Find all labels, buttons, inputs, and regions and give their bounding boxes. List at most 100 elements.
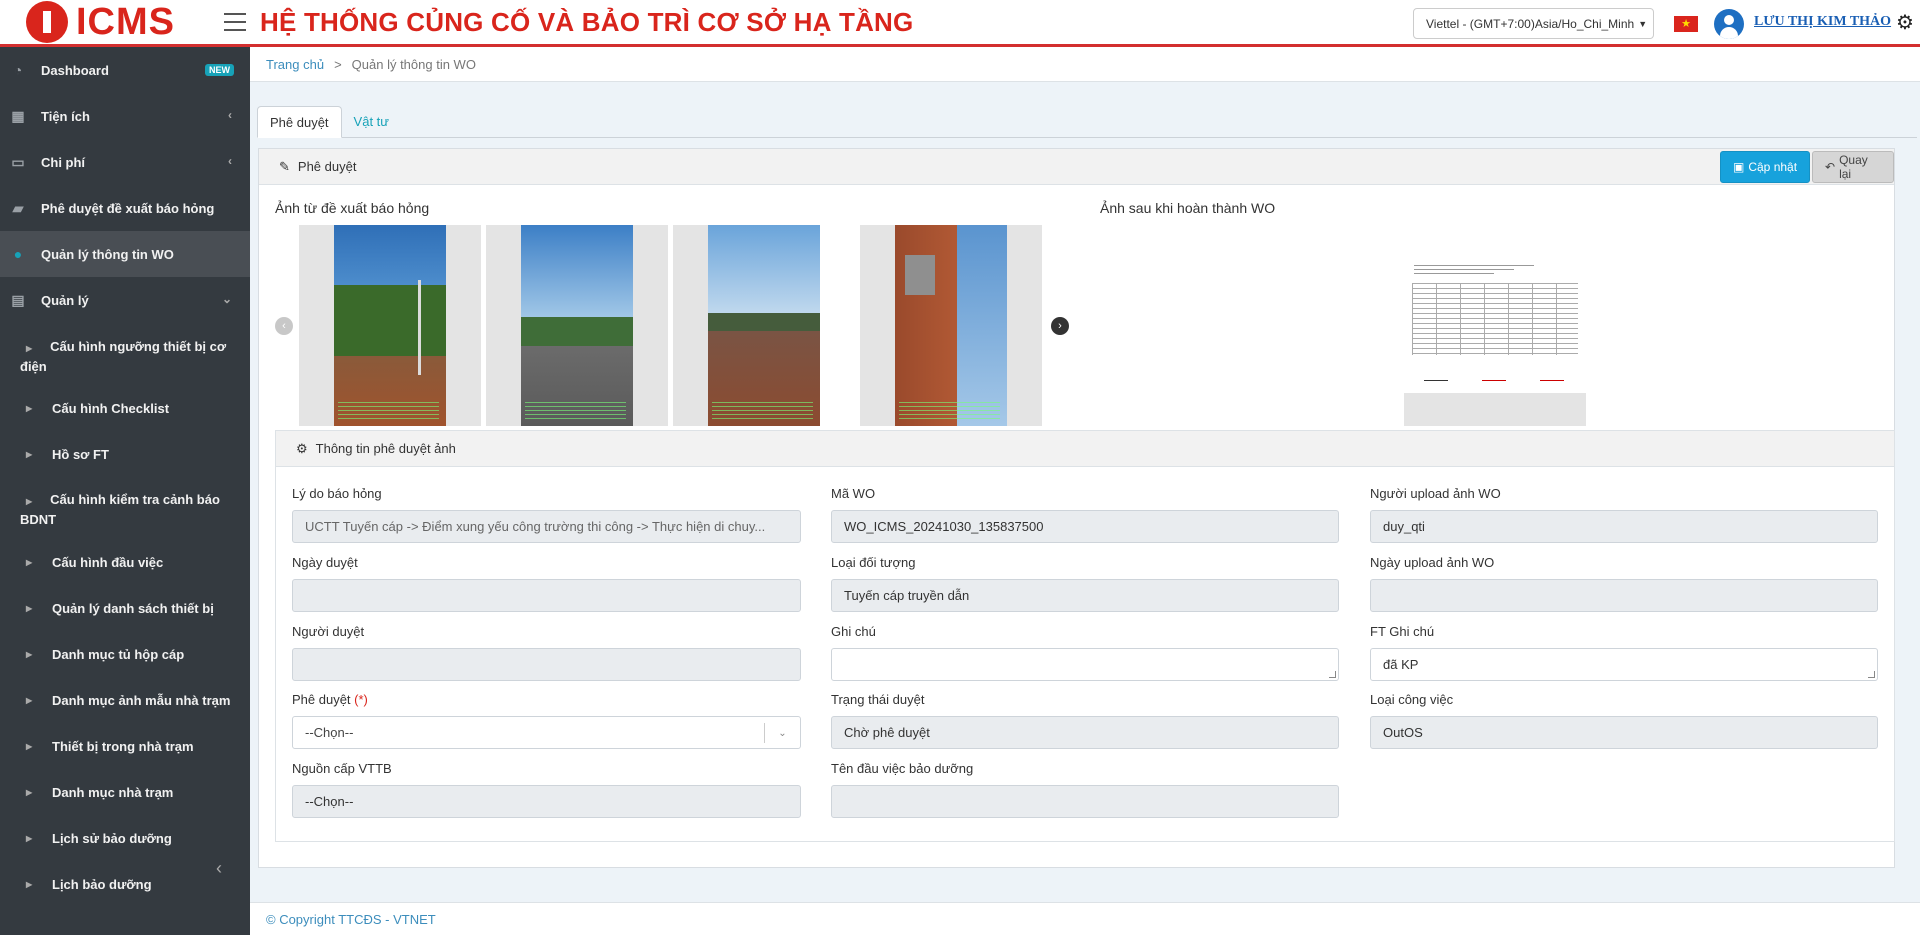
sidebar-item-dashboard[interactable]: ◔ Dashboard NEW bbox=[0, 47, 250, 93]
chevron-left-icon: ‹ bbox=[228, 154, 232, 168]
caret-right-icon: ▶ bbox=[26, 695, 33, 705]
approval-date-label: Ngày duyệt bbox=[292, 555, 358, 570]
save-icon: ▣ bbox=[1733, 160, 1745, 174]
gear-icon[interactable]: ⚙ bbox=[1896, 13, 1914, 33]
sidebar-sub-item[interactable]: ▶ Cấu hình kiểm tra cảnh báo BDNT bbox=[0, 477, 250, 539]
job-type-field[interactable]: OutOS bbox=[1370, 716, 1878, 749]
note-textarea[interactable] bbox=[831, 648, 1339, 681]
vttb-source-field[interactable]: --Chọn-- bbox=[292, 785, 801, 818]
tab-materials[interactable]: Vật tư bbox=[342, 105, 401, 137]
sidebar-sub-item[interactable]: ▶ Danh mục tủ hộp cáp bbox=[0, 631, 250, 677]
object-type-field[interactable]: Tuyến cáp truyền dẫn bbox=[831, 579, 1339, 612]
sidebar-sub-item[interactable]: ▶ Lịch bảo dưỡng bbox=[0, 861, 250, 907]
approval-status-label: Trạng thái duyệt bbox=[831, 692, 925, 707]
sidebar-sub-item[interactable]: ▶ Lịch sử bảo dưỡng bbox=[0, 815, 250, 861]
sidebar-sub-item[interactable]: ▶ Cấu hình Checklist bbox=[0, 385, 250, 431]
sidebar-sub-item[interactable]: ▶ Danh mục nhà trạm bbox=[0, 769, 250, 815]
briefcase-icon: ▰ bbox=[12, 199, 24, 216]
sidebar-sub-item[interactable]: ▶ Quản lý danh sách thiết bị bbox=[0, 585, 250, 631]
photo-approval-panel: ⚙ Thông tin phê duyệt ảnh bbox=[275, 430, 1895, 842]
approver-field[interactable] bbox=[292, 648, 801, 681]
sidebar-item-management[interactable]: ▤ Quản lý ⌄ bbox=[0, 277, 250, 323]
caret-right-icon: ▶ bbox=[26, 449, 33, 459]
vttb-source-label: Nguồn cấp VTTB bbox=[292, 761, 392, 776]
gallery-next-icon[interactable]: › bbox=[1051, 317, 1069, 335]
sidebar-item-wo-info[interactable]: ● Quản lý thông tin WO bbox=[0, 231, 250, 277]
back-button[interactable]: ↶ Quay lại bbox=[1812, 151, 1894, 183]
sidebar-item-label: Dashboard bbox=[41, 62, 109, 78]
after-photos-title: Ảnh sau khi hoàn thành WO bbox=[1100, 200, 1276, 216]
new-badge: NEW bbox=[205, 64, 234, 76]
credit-card-icon: ▭ bbox=[11, 153, 25, 170]
sidebar-sub-item[interactable]: ▶ Cấu hình ngưỡng thiết bị cơ điện bbox=[0, 323, 250, 385]
breadcrumb-current: Quản lý thông tin WO bbox=[351, 56, 476, 72]
caret-right-icon: ▶ bbox=[26, 557, 33, 567]
damage-reason-label: Lý do báo hỏng bbox=[292, 486, 382, 501]
sidebar-sub-item[interactable]: ▶ Cấu hình đầu việc bbox=[0, 539, 250, 585]
wo-upload-date-field[interactable] bbox=[1370, 579, 1878, 612]
sidebar-item-label: Phê duyệt đề xuất báo hỏng bbox=[41, 200, 215, 216]
caret-right-icon: ▶ bbox=[26, 603, 33, 613]
sidebar-item-utilities[interactable]: ▦ Tiện ích ‹ bbox=[0, 93, 250, 139]
card-header: ✎ Phê duyệt bbox=[259, 149, 1894, 185]
hamburger-menu-icon[interactable] bbox=[224, 13, 246, 31]
before-photos-title: Ảnh từ đề xuất báo hỏng bbox=[275, 200, 430, 216]
sidebar-sub-item[interactable]: ▶ Danh mục ảnh mẫu nhà trạm bbox=[0, 677, 250, 723]
sidebar-item-label: Quản lý thông tin WO bbox=[41, 246, 174, 262]
note-label: Ghi chú bbox=[831, 624, 876, 639]
copyright-text: © Copyright TTCĐS - VTNET bbox=[266, 911, 436, 927]
gear-icon: ⚙ bbox=[296, 440, 308, 456]
breadcrumb: Trang chủ > Quản lý thông tin WO bbox=[250, 47, 1920, 82]
system-title: HỆ THỐNG CỦNG CỐ VÀ BẢO TRÌ CƠ SỞ HẠ TẦN… bbox=[260, 6, 914, 37]
timezone-dropdown[interactable]: Viettel - (GMT+7:00)Asia/Ho_Chi_Minh ▼ bbox=[1413, 8, 1654, 39]
sidebar-collapse-icon[interactable]: ‹ bbox=[216, 858, 222, 879]
panel-header: ⚙ Thông tin phê duyệt ảnh bbox=[276, 431, 1894, 467]
wo-uploader-field[interactable]: duy_qti bbox=[1370, 510, 1878, 543]
wo-uploader-label: Người upload ảnh WO bbox=[1370, 486, 1501, 501]
sidebar-sub-item[interactable]: ▶ Hồ sơ FT bbox=[0, 431, 250, 477]
maintenance-task-field[interactable] bbox=[831, 785, 1339, 818]
logo-text: ICMS bbox=[76, 0, 175, 43]
report-photo-4[interactable] bbox=[860, 225, 1042, 426]
logo[interactable]: ICMS bbox=[0, 1, 210, 44]
approval-date-field[interactable] bbox=[292, 579, 801, 612]
update-button[interactable]: ▣ Cập nhật bbox=[1720, 151, 1811, 183]
edit-icon: ✎ bbox=[279, 158, 290, 174]
approver-label: Người duyệt bbox=[292, 624, 365, 639]
tab-bar: Phê duyệt Vật tư bbox=[257, 106, 1917, 138]
user-avatar-icon[interactable] bbox=[1714, 9, 1744, 39]
card-title: Phê duyệt bbox=[297, 159, 357, 174]
sidebar-item-costs[interactable]: ▭ Chi phí ‹ bbox=[0, 139, 250, 185]
report-photo-1[interactable] bbox=[299, 225, 481, 426]
ft-note-textarea[interactable]: đã KP bbox=[1370, 648, 1878, 681]
vietnam-flag-icon[interactable]: ★ bbox=[1674, 16, 1698, 32]
user-name-link[interactable]: LƯU THỊ KIM THẢO bbox=[1754, 14, 1891, 30]
approve-select[interactable]: --Chọn-- ⌄ bbox=[292, 716, 801, 749]
breadcrumb-home-link[interactable]: Trang chủ bbox=[266, 57, 324, 72]
wo-upload-date-label: Ngày upload ảnh WO bbox=[1370, 555, 1495, 570]
sidebar-item-label: Quản lý bbox=[41, 292, 89, 308]
completion-photo[interactable] bbox=[1404, 225, 1586, 426]
damage-reason-field[interactable]: UCTT Tuyến cáp -> Điểm xung yếu công trư… bbox=[292, 510, 801, 543]
report-photo-2[interactable] bbox=[486, 225, 668, 426]
sidebar-sub-item[interactable]: ▶ Thiết bị trong nhà trạm bbox=[0, 723, 250, 769]
sidebar-item-approve-report[interactable]: ▰ Phê duyệt đề xuất báo hỏng bbox=[0, 185, 250, 231]
wo-code-field[interactable]: WO_ICMS_20241030_135837500 bbox=[831, 510, 1339, 543]
sidebar-item-label: Tiện ích bbox=[41, 108, 90, 124]
grid-icon: ▦ bbox=[11, 107, 25, 124]
report-photo-3[interactable] bbox=[673, 225, 820, 426]
gallery-prev-icon[interactable]: ‹ bbox=[275, 317, 293, 335]
chevron-down-icon: ⌄ bbox=[764, 723, 800, 743]
approval-status-field[interactable]: Chờ phê duyệt bbox=[831, 716, 1339, 749]
timezone-value: Viettel - (GMT+7:00)Asia/Ho_Chi_Minh bbox=[1426, 16, 1635, 31]
caret-right-icon: ▶ bbox=[26, 741, 33, 751]
approve-label: Phê duyệt (*) bbox=[292, 692, 368, 707]
sidebar: ◔ Dashboard NEW ▦ Tiện ích ‹ ▭ Chi phí ‹… bbox=[0, 47, 250, 935]
book-icon: ▤ bbox=[11, 291, 25, 308]
job-type-label: Loại công việc bbox=[1370, 692, 1454, 707]
chevron-left-icon: ‹ bbox=[228, 108, 232, 122]
panel-title: Thông tin phê duyệt ảnh bbox=[315, 441, 456, 456]
caret-right-icon: ▶ bbox=[26, 403, 33, 413]
tab-approval[interactable]: Phê duyệt bbox=[257, 106, 342, 138]
dashboard-icon: ◔ bbox=[13, 62, 23, 78]
